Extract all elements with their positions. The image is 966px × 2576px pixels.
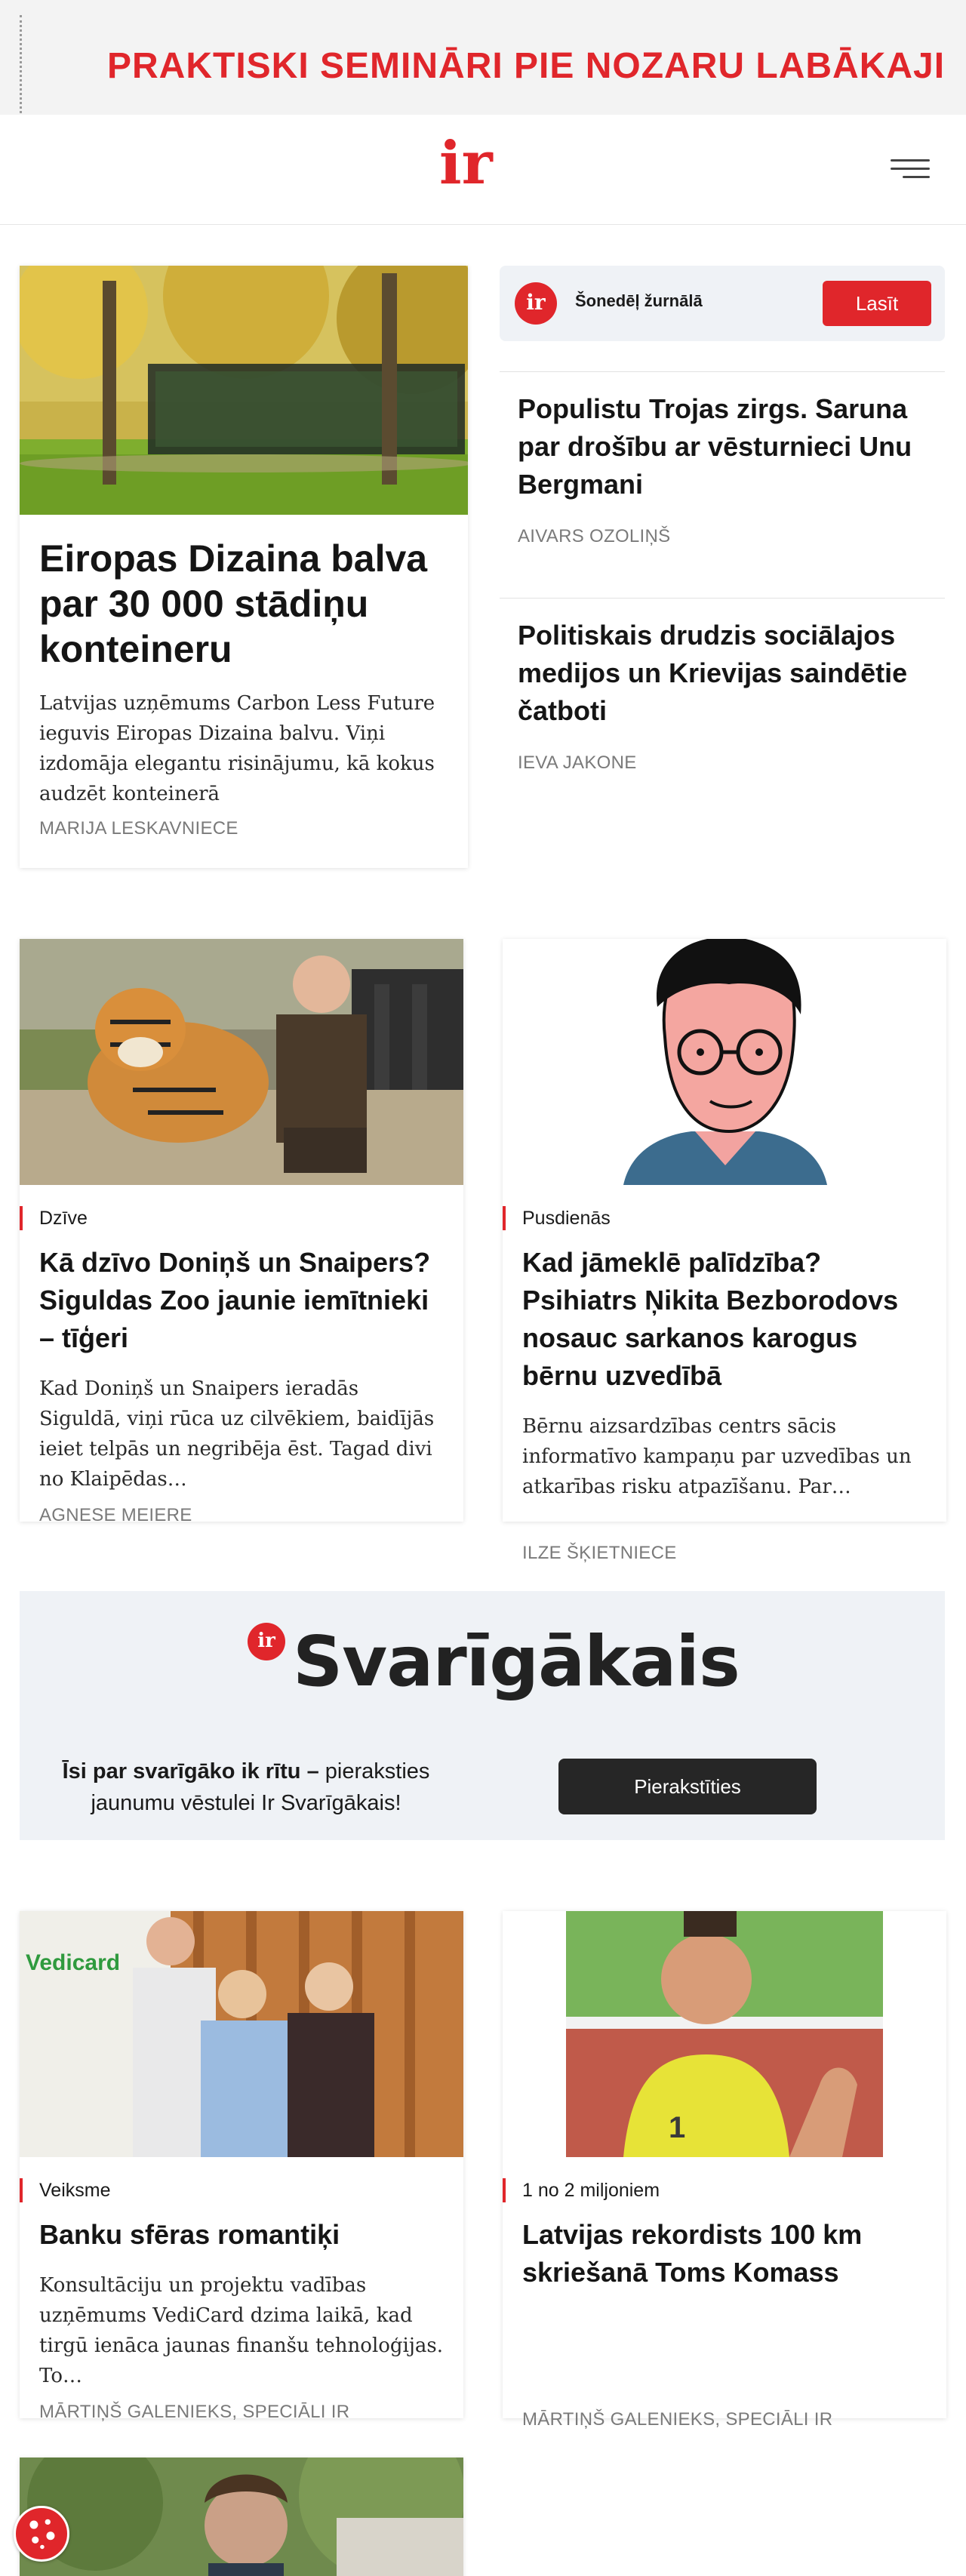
article-category[interactable]: Pusdienās [503, 1206, 927, 1230]
article-category[interactable]: Veiksme [20, 2178, 444, 2202]
side-article-title[interactable]: Populistu Trojas zirgs. Saruna par drošī… [518, 390, 930, 503]
subscribe-button[interactable]: Pierakstīties [558, 1759, 817, 1814]
article-lead [522, 2308, 927, 2399]
article-card[interactable]: Pusdienās Kad jāmeklē palīdzība? Psihiat… [503, 939, 946, 1563]
side-article-author[interactable]: IEVA JAKONE [518, 752, 637, 774]
featured-image [20, 266, 468, 515]
featured-title[interactable]: Eiropas Dizaina balva par 30 000 stādiņu… [39, 536, 448, 672]
magazine-label: Šonedēļ žurnālā [575, 291, 703, 310]
cookie-settings-icon[interactable] [14, 2506, 69, 2562]
side-article-title[interactable]: Politiskais drudzis sociālajos medijos u… [518, 617, 930, 730]
article-image [20, 2458, 463, 2576]
newsletter-text-bold: Īsi par svarīgāko ik rītu – [62, 1759, 319, 1784]
newsletter-signup: ir Svarīgākais Īsi par svarīgāko ik rītu… [20, 1591, 945, 1840]
article-image [20, 939, 463, 1185]
article-author[interactable]: AGNESE MEIERE [39, 1505, 444, 1526]
article-lead: Bērnu aizsardzības centrs sācis informat… [522, 1415, 912, 1498]
side-article[interactable]: Politiskais drudzis sociālajos medijos u… [500, 598, 945, 794]
article-lead: Konsultāciju un projektu vadības uzņēmum… [39, 2274, 444, 2387]
newsletter-title: Svarīgākais [293, 1621, 740, 1702]
featured-lead: Latvijas uzņēmums Carbon Less Future ieg… [39, 692, 435, 805]
side-article-author[interactable]: AIVARS OZOLIŅŠ [518, 526, 670, 547]
site-header: ir [0, 115, 966, 225]
article-title[interactable]: Banku sfēras romantiķi [39, 2216, 444, 2254]
read-magazine-button[interactable]: Lasīt [823, 281, 931, 326]
article-image: 1 [503, 1911, 946, 2157]
article-card[interactable]: Dzīve Kā dzīvo Doniņš un Snaipers? Sigul… [20, 939, 463, 1525]
article-author[interactable]: MĀRTIŅŠ GALENIEKS, SPECIĀLI IR [39, 2402, 444, 2423]
hamburger-menu-icon[interactable] [891, 155, 930, 182]
article-author[interactable]: ILZE ŠĶIETNIECE [522, 1543, 927, 1564]
article-title[interactable]: Kā dzīvo Doniņš un Snaipers? Siguldas Zo… [39, 1244, 444, 1357]
ad-banner[interactable]: PRAKTISKI SEMINĀRI PIE NOZARU LABĀKAJI [0, 0, 966, 115]
article-card[interactable] [20, 2458, 463, 2576]
article-lead: Kad Doniņš un Snaipers ieradās Siguldā, … [39, 1377, 435, 1491]
newsletter-text: Īsi par svarīgāko ik rītu – pieraksties … [50, 1756, 442, 1819]
magazine-logo: ir [515, 282, 557, 325]
banner-divider [20, 15, 22, 113]
side-article[interactable]: Populistu Trojas zirgs. Saruna par drošī… [500, 371, 945, 598]
article-title[interactable]: Kad jāmeklē palīdzība? Psihiatrs Ņikita … [522, 1244, 927, 1395]
newsletter-logo: ir [248, 1623, 285, 1660]
article-image [503, 939, 946, 1185]
article-image: Vedicard [20, 1911, 463, 2157]
article-category[interactable]: 1 no 2 miljoniem [503, 2178, 927, 2202]
banner-text: PRAKTISKI SEMINĀRI PIE NOZARU LABĀKAJI [107, 46, 946, 86]
article-category[interactable]: Dzīve [20, 1206, 444, 1230]
magazine-promo: ir Šonedēļ žurnālā Lasīt [500, 266, 945, 341]
vedicard-image-text: Vedicard [26, 1950, 120, 1975]
article-title[interactable]: Latvijas rekordists 100 km skriešanā Tom… [522, 2216, 927, 2291]
svg-text:1: 1 [669, 2111, 685, 2144]
featured-author[interactable]: MARIJA LESKAVNIECE [39, 818, 448, 839]
article-author[interactable]: MĀRTIŅŠ GALENIEKS, SPECIĀLI IR [522, 2409, 927, 2430]
article-card[interactable]: 1 1 no 2 miljoniem Latvijas rekordists 1… [503, 1911, 946, 2430]
site-logo[interactable]: ir [439, 134, 493, 193]
article-card[interactable]: Vedicard Veiksme Banku sfēras romantiķi … [20, 1911, 463, 2422]
featured-article[interactable]: Eiropas Dizaina balva par 30 000 stādiņu… [20, 266, 468, 868]
